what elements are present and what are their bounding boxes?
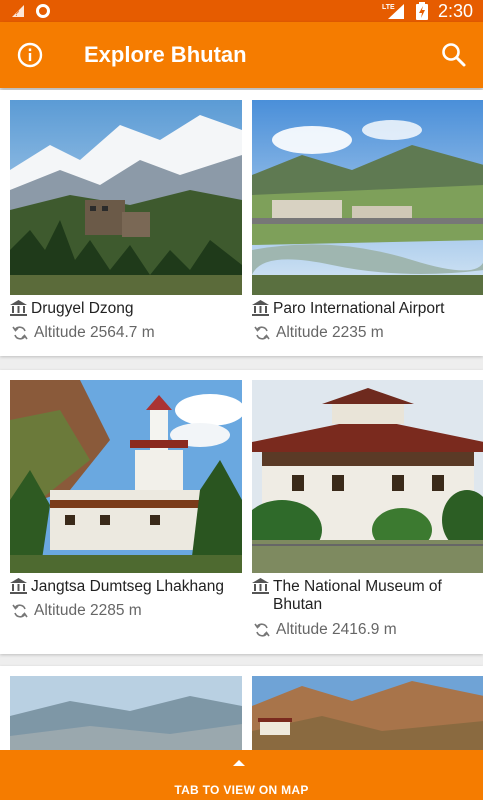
signal-question-icon: ?	[12, 5, 24, 18]
view-on-map-label: TAB TO VIEW ON MAP	[174, 783, 309, 797]
svg-text:LTE: LTE	[382, 4, 395, 11]
search-icon[interactable]	[441, 42, 467, 68]
places-row: Jangtsa Dumtseg Lhakhang Altitude 2285 m	[0, 370, 483, 654]
landmark-icon	[252, 578, 269, 594]
place-photo	[10, 380, 242, 573]
clock: 2:30	[437, 0, 473, 21]
landmark-icon	[252, 300, 269, 316]
info-icon[interactable]	[16, 41, 44, 69]
refresh-icon	[12, 604, 28, 618]
place-altitude-row: Altitude 2416.9 m	[254, 621, 397, 639]
svg-text:?: ?	[14, 8, 19, 18]
refresh-icon	[12, 326, 28, 340]
place-altitude: Altitude 2235 m	[276, 324, 384, 341]
place-photo	[10, 676, 242, 756]
place-photo	[252, 380, 483, 573]
place-name: Drugyel Dzong	[31, 300, 134, 317]
battery-charging-icon	[415, 2, 428, 20]
place-photo	[252, 100, 483, 295]
chevron-up-icon	[233, 760, 245, 766]
place-name-row: The National Museum of Bhutan	[252, 578, 478, 614]
landmark-icon	[10, 300, 27, 316]
place-name: Jangtsa Dumtseg Lhakhang	[31, 578, 225, 595]
place-altitude: Altitude 2416.9 m	[276, 621, 397, 638]
place-altitude: Altitude 2285 m	[34, 602, 142, 619]
lte-signal-icon: LTE	[382, 4, 404, 19]
status-bar: ? LTE 2:30	[0, 0, 483, 22]
place-name-row: Jangtsa Dumtseg Lhakhang	[10, 578, 224, 596]
refresh-icon	[254, 326, 270, 340]
place-altitude-row: Altitude 2285 m	[12, 602, 142, 620]
landmark-icon	[10, 578, 27, 594]
refresh-icon	[254, 623, 270, 637]
page-title: Explore Bhutan	[84, 42, 247, 67]
place-altitude-row: Altitude 2564.7 m	[12, 324, 155, 342]
view-on-map-button[interactable]: TAB TO VIEW ON MAP	[0, 750, 483, 800]
app-bar: Explore Bhutan	[0, 22, 483, 88]
place-name: The National Museum of Bhutan	[273, 578, 442, 613]
place-name: Paro International Airport	[273, 300, 445, 317]
sync-status-icon	[36, 4, 50, 18]
place-name-row: Drugyel Dzong	[10, 300, 134, 318]
place-photo	[10, 100, 242, 295]
place-altitude: Altitude 2564.7 m	[34, 324, 155, 341]
place-photo	[252, 676, 483, 756]
place-altitude-row: Altitude 2235 m	[254, 324, 384, 342]
place-name-row: Paro International Airport	[252, 300, 444, 318]
places-row: Drugyel Dzong Altitude 2564.7 m Paro Int…	[0, 90, 483, 356]
